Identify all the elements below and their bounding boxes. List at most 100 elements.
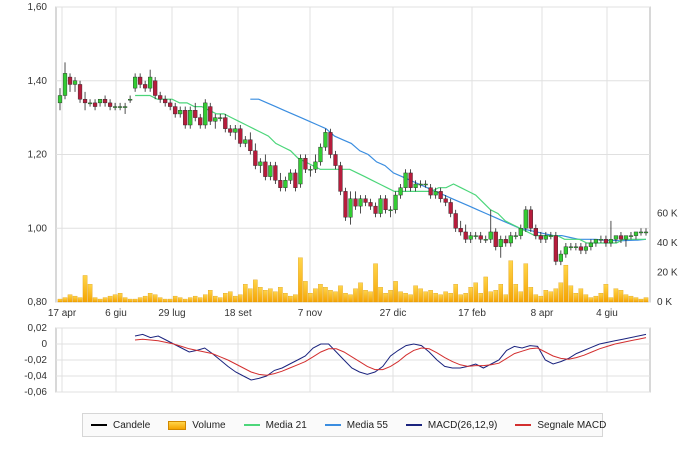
x-tick-label: 8 apr: [531, 308, 554, 319]
volume-bar: [87, 284, 93, 303]
candle-body: [82, 98, 88, 104]
volume-bar: [97, 298, 103, 303]
candle-body: [633, 231, 639, 236]
volume-bar: [238, 294, 243, 303]
candle-body: [213, 117, 218, 122]
volume-bar: [508, 260, 514, 303]
candle-body: [117, 106, 123, 108]
volume-bar: [423, 291, 428, 303]
x-tick-label: 17 apr: [48, 308, 77, 319]
volume-bar: [82, 275, 88, 303]
candle-body: [578, 246, 583, 251]
candle-body: [97, 98, 103, 104]
volume-bar: [263, 290, 268, 303]
candle-body: [463, 231, 468, 240]
volume-bar: [418, 288, 423, 303]
volume-bar: [353, 288, 358, 303]
volume-y-tick: 60 K: [657, 209, 678, 220]
candle-body: [383, 198, 388, 211]
candle-body: [558, 253, 563, 262]
volume-bar: [553, 288, 559, 303]
candle: [328, 128, 333, 159]
legend-item: Media 55: [324, 419, 388, 431]
candle-body: [438, 191, 443, 199]
candle-body: [303, 157, 308, 170]
candle-body: [258, 161, 263, 166]
candle-body: [293, 172, 298, 188]
volume-bar: [343, 292, 348, 303]
candle-body: [243, 139, 248, 144]
volume-bar: [177, 297, 183, 303]
volume-bar: [208, 290, 213, 303]
candle-body: [543, 235, 548, 240]
price-y-tick: 1,00: [28, 223, 48, 234]
candle-body: [188, 110, 193, 126]
candle: [528, 206, 533, 232]
volume-bar: [433, 292, 438, 303]
candle-body: [308, 169, 313, 171]
legend-item: Media 21: [243, 420, 307, 431]
volume-bar: [643, 297, 649, 303]
candle-body: [168, 102, 173, 107]
candle-body: [593, 239, 599, 244]
candle-body: [623, 235, 629, 240]
candle: [553, 231, 558, 266]
candle: [338, 161, 343, 196]
candle-body: [603, 239, 609, 244]
volume-bar: [398, 291, 403, 303]
volume-bar: [338, 285, 343, 303]
candle-body: [233, 128, 238, 133]
legend-label: Media 55: [346, 419, 388, 431]
volume-bar: [633, 297, 639, 303]
volume-bar: [533, 294, 539, 303]
candle-body: [248, 139, 253, 152]
candle-body: [173, 106, 178, 115]
legend-label: Candele: [113, 419, 151, 431]
candle: [343, 187, 348, 221]
x-tick-label: 29 lug: [158, 308, 185, 319]
volume-bar: [92, 297, 98, 303]
candle-body: [288, 172, 293, 181]
legend-swatch: [243, 424, 260, 426]
volume-bar: [548, 291, 554, 303]
volume-bar: [593, 295, 599, 303]
candle-body: [107, 102, 113, 107]
volume-bar: [438, 294, 443, 303]
volume-bar: [528, 287, 534, 303]
volume-bar: [233, 295, 238, 303]
volume-bar: [468, 287, 473, 303]
volume-bar: [373, 263, 378, 303]
candle-body: [528, 209, 533, 229]
volume-bar: [107, 295, 113, 303]
candle-body: [368, 202, 373, 207]
legend-item: Segnale MACD: [515, 420, 606, 431]
volume-bar: [333, 291, 338, 303]
volume-bar: [132, 298, 138, 303]
volume-bar: [598, 292, 604, 303]
volume-bar: [253, 279, 258, 303]
volume-bar: [538, 295, 544, 303]
candle-body: [57, 95, 63, 104]
volume-bar: [603, 284, 609, 303]
candle-body: [393, 194, 398, 211]
candle-body: [413, 183, 418, 188]
volume-bar: [243, 284, 248, 303]
volume-bar: [348, 294, 353, 303]
volume-bar: [383, 292, 388, 303]
candle-body: [353, 198, 358, 207]
volume-bar: [313, 288, 318, 303]
candle-body: [618, 235, 624, 240]
legend-swatch: [515, 424, 532, 426]
candle-body: [548, 235, 553, 237]
candle-body: [318, 146, 323, 163]
candle-body: [428, 187, 433, 196]
candle-body: [223, 117, 228, 129]
candle-body: [408, 172, 413, 188]
volume-bar: [393, 281, 398, 303]
candle-body: [453, 213, 458, 229]
volume-bar: [408, 294, 413, 303]
x-tick-label: 17 feb: [458, 308, 486, 319]
volume-bar: [318, 284, 323, 303]
candle-body: [67, 76, 73, 85]
volume-bar: [268, 288, 273, 303]
